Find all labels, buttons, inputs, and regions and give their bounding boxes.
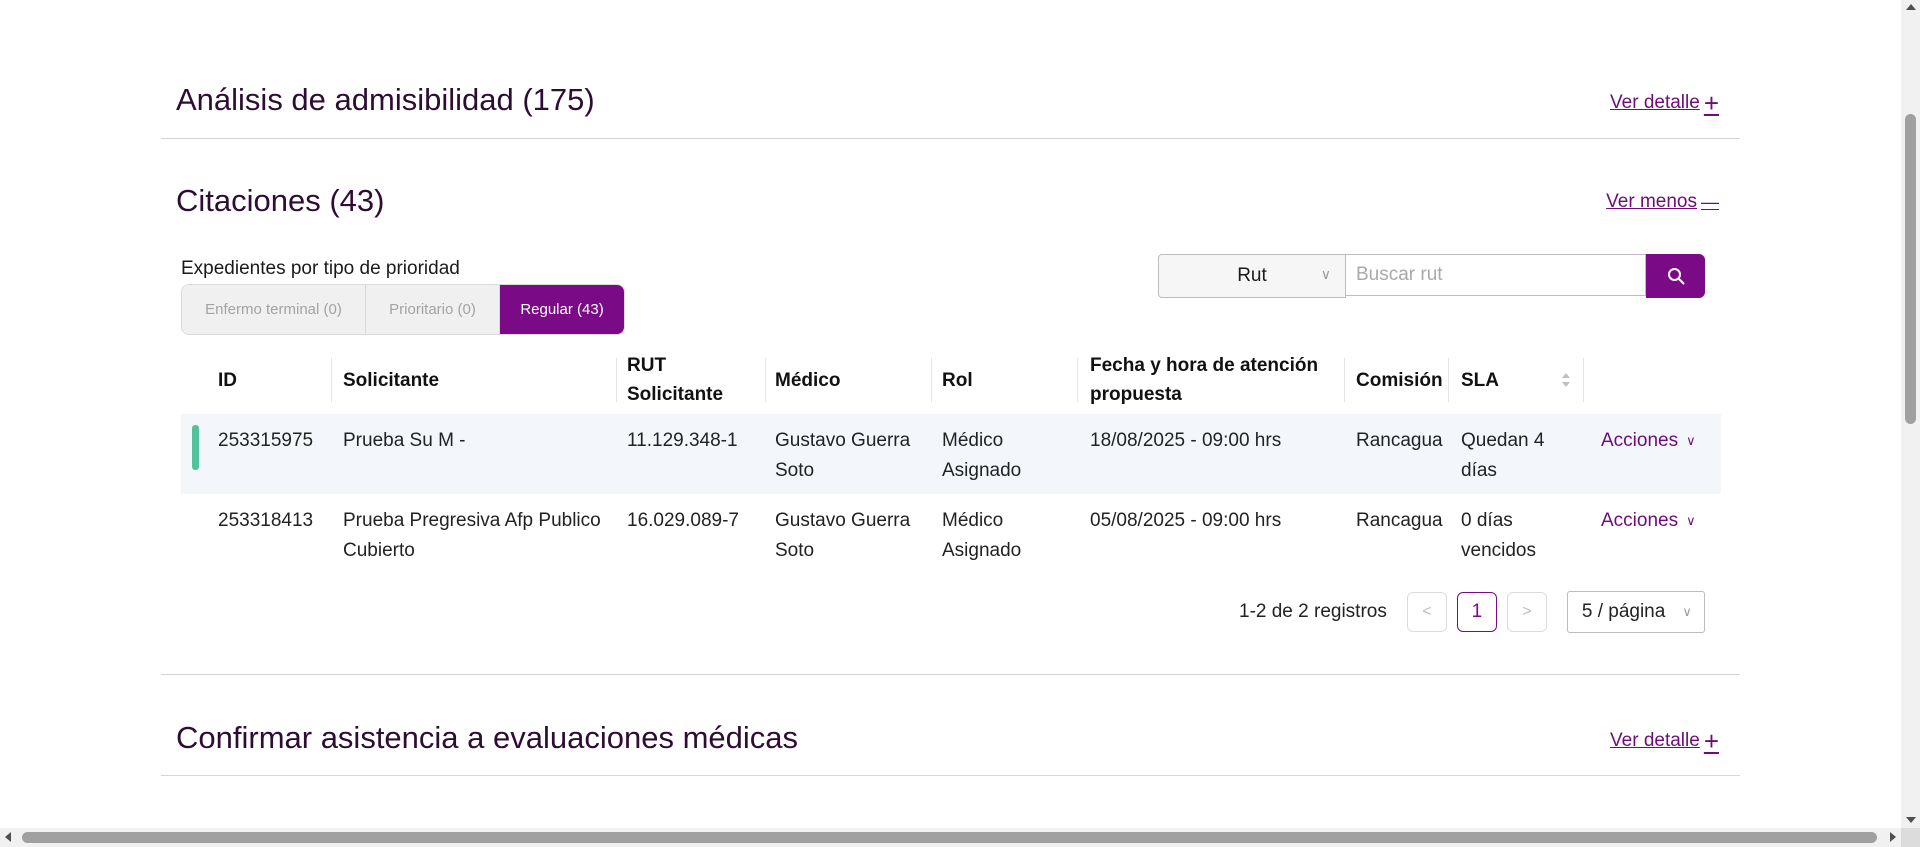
priority-label: Expedientes por tipo de prioridad [181, 258, 460, 279]
link-label: Ver menos [1606, 191, 1697, 212]
scroll-right-icon[interactable] [1890, 832, 1896, 842]
column-header-fecha: Fecha y hora de atención propuesta [1090, 355, 1319, 405]
search-button[interactable] [1646, 254, 1705, 298]
column-header-rol: Rol [942, 369, 973, 391]
ver-detalle-link[interactable]: Ver detalle + [1610, 90, 1719, 116]
cell-rol: Médico Asignado [942, 430, 1022, 481]
table-header: ID Solicitante RUT Solicitante Médico Ro… [181, 346, 1721, 414]
chevron-left-icon: < [1422, 603, 1432, 620]
search-type-select[interactable]: Rut ∨ [1158, 254, 1346, 298]
page-size-select[interactable]: 5 / página ∨ [1566, 591, 1705, 633]
column-separator [1344, 358, 1345, 402]
section-admisibilidad-header: Análisis de admisibilidad (175) Ver deta… [176, 82, 1719, 152]
cell-id: 253318413 [218, 510, 314, 531]
priority-tabs: Enfermo terminal (0) Prioritario (0) Reg… [181, 284, 625, 335]
column-header-medico: Médico [775, 369, 841, 391]
tab-regular[interactable]: Regular (43) [500, 285, 624, 334]
divider [161, 775, 1740, 776]
cell-comision: Rancagua [1356, 430, 1443, 451]
cell-id: 253315975 [218, 430, 314, 451]
sort-icon[interactable] [1561, 370, 1571, 390]
chevron-down-icon: ∨ [1320, 266, 1331, 282]
acciones-label: Acciones [1601, 430, 1679, 451]
cell-fecha: 05/08/2025 - 09:00 hrs [1090, 510, 1282, 531]
section-title: Análisis de admisibilidad (175) [176, 82, 595, 117]
horizontal-scrollbar[interactable] [0, 828, 1901, 847]
cell-rut: 11.129.348-1 [627, 430, 738, 451]
chevron-down-icon: ∨ [1682, 604, 1692, 619]
tab-prioritario[interactable]: Prioritario (0) [366, 285, 500, 334]
divider [161, 138, 1740, 139]
select-value: Rut [1237, 265, 1267, 286]
cell-solicitante: Prueba Su M - [343, 430, 466, 451]
section-title: Confirmar asistencia a evaluaciones médi… [176, 720, 799, 755]
citaciones-table: ID Solicitante RUT Solicitante Médico Ro… [181, 346, 1721, 574]
section-title: Citaciones (43) [176, 183, 385, 218]
ver-detalle-link[interactable]: Ver detalle + [1610, 728, 1719, 754]
next-page-button[interactable]: > [1506, 592, 1547, 632]
minus-icon: — [1701, 192, 1719, 212]
link-label: Ver detalle [1610, 730, 1700, 751]
chevron-right-icon: > [1522, 603, 1532, 620]
column-separator [1583, 358, 1584, 402]
scroll-up-icon[interactable] [1906, 4, 1916, 10]
plus-icon: + [1703, 726, 1719, 756]
column-header-id: ID [218, 369, 237, 391]
plus-icon: + [1703, 88, 1719, 118]
scroll-down-icon[interactable] [1906, 817, 1916, 823]
ver-menos-link[interactable]: Ver menos — [1606, 191, 1719, 213]
page: Análisis de admisibilidad (175) Ver deta… [0, 0, 1901, 828]
divider [161, 674, 1740, 675]
status-indicator [192, 425, 199, 470]
column-separator [616, 358, 617, 402]
pagination: 1-2 de 2 registros < 1 > 5 / página ∨ [1239, 591, 1705, 633]
acciones-label: Acciones [1601, 510, 1679, 531]
section-citaciones-header: Citaciones (43) Ver menos — [176, 183, 1719, 253]
table-row[interactable]: 253318413 Prueba Pregresiva Afp Publico … [181, 494, 1721, 574]
search-bar: Rut ∨ [1158, 254, 1705, 298]
cell-comision: Rancagua [1356, 510, 1443, 531]
search-icon [1667, 268, 1684, 285]
prev-page-button[interactable]: < [1406, 592, 1447, 632]
cell-sla: Quedan 4 días [1461, 430, 1545, 481]
page-button[interactable]: 1 [1456, 592, 1497, 632]
chevron-down-icon: ∨ [1686, 433, 1696, 448]
acciones-dropdown[interactable]: Acciones ∨ [1601, 506, 1696, 536]
column-header-rut: RUT Solicitante [627, 355, 724, 405]
cell-rol: Médico Asignado [942, 510, 1022, 561]
table-row[interactable]: 253315975 Prueba Su M - 11.129.348-1 Gus… [181, 414, 1721, 494]
cell-medico: Gustavo Guerra Soto [775, 430, 911, 481]
acciones-dropdown[interactable]: Acciones ∨ [1601, 426, 1696, 456]
column-header-solicitante: Solicitante [343, 369, 440, 391]
column-separator [1077, 358, 1078, 402]
page-size-value: 5 / página [1581, 601, 1666, 622]
scrollbar-corner [1901, 828, 1920, 847]
column-separator [765, 358, 766, 402]
column-header-comision: Comisión [1356, 369, 1443, 391]
chevron-down-icon: ∨ [1686, 513, 1696, 528]
vertical-scrollbar[interactable] [1901, 0, 1920, 847]
scrollbar-thumb[interactable] [1905, 114, 1916, 424]
column-header-sla[interactable]: SLA [1461, 346, 1499, 414]
column-separator [1448, 358, 1449, 402]
cell-medico: Gustavo Guerra Soto [775, 510, 911, 561]
cell-fecha: 18/08/2025 - 09:00 hrs [1090, 430, 1282, 451]
cell-sla: 0 días vencidos [1461, 510, 1536, 561]
scroll-left-icon[interactable] [5, 832, 11, 842]
pagination-summary: 1-2 de 2 registros [1239, 601, 1387, 622]
column-separator [931, 358, 932, 402]
section-confirmar-header: Confirmar asistencia a evaluaciones médi… [176, 720, 1719, 790]
cell-solicitante: Prueba Pregresiva Afp Publico Cubierto [343, 510, 601, 561]
cell-rut: 16.029.089-7 [627, 510, 739, 531]
search-input[interactable] [1346, 254, 1646, 296]
scrollbar-thumb[interactable] [22, 832, 1877, 843]
link-label: Ver detalle [1610, 92, 1700, 113]
column-separator [331, 358, 332, 402]
tab-enfermo-terminal[interactable]: Enfermo terminal (0) [182, 285, 366, 334]
